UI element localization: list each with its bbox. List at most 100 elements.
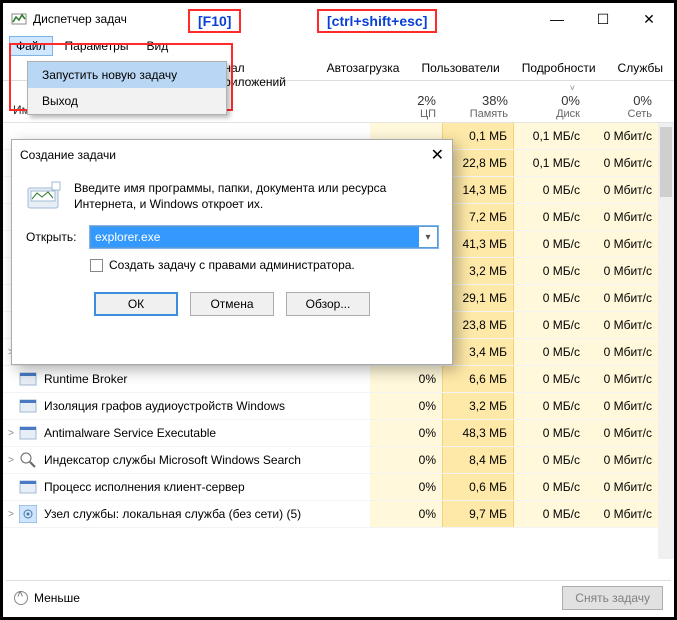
cell-network: 0 Мбит/с (586, 339, 658, 365)
open-input-value[interactable]: explorer.exe (91, 227, 419, 247)
chevron-down-icon[interactable]: ▾ (419, 232, 437, 243)
cell-cpu: 0% (370, 501, 442, 527)
cell-memory: 3,2 МБ (442, 393, 514, 419)
expand-toggle[interactable]: > (3, 509, 19, 520)
cell-disk: 0 МБ/с (514, 501, 586, 527)
cell-disk: 0 МБ/с (514, 177, 586, 203)
table-row[interactable]: Процесс исполнения клиент-сервер 0% 0,6 … (3, 474, 674, 501)
table-row[interactable]: > Узел службы: локальная служба (без сет… (3, 501, 674, 528)
ok-button[interactable]: ОК (94, 292, 178, 316)
table-row[interactable]: > Индексатор службы Microsoft Windows Se… (3, 447, 674, 474)
process-icon (19, 424, 37, 442)
cancel-button[interactable]: Отмена (190, 292, 274, 316)
menu-options[interactable]: Параметры (59, 37, 135, 55)
cell-cpu: 0% (370, 366, 442, 392)
minimize-button[interactable]: — (534, 5, 580, 33)
dialog-close-button[interactable]: ✕ (431, 145, 444, 165)
table-row[interactable]: > Antimalware Service Executable 0% 48,3… (3, 420, 674, 447)
process-icon (19, 451, 37, 469)
dialog-title: Создание задачи (20, 148, 431, 162)
vertical-scrollbar[interactable] (658, 123, 674, 559)
menu-run-new-task[interactable]: Запустить новую задачу (28, 62, 226, 88)
tab-details[interactable]: Подробности (511, 57, 607, 80)
cell-cpu: 0% (370, 420, 442, 446)
process-name: Индексатор службы Microsoft Windows Sear… (42, 453, 370, 467)
cell-memory: 6,6 МБ (442, 366, 514, 392)
cell-network: 0 Мбит/с (586, 447, 658, 473)
process-name: Runtime Broker (42, 372, 370, 386)
cell-network: 0 Мбит/с (586, 231, 658, 257)
cell-network: 0 Мбит/с (586, 177, 658, 203)
cell-network: 0 Мбит/с (586, 420, 658, 446)
cell-disk: 0 МБ/с (514, 204, 586, 230)
cell-network: 0 Мбит/с (586, 150, 658, 176)
tab-services[interactable]: Службы (607, 57, 674, 80)
column-network-header[interactable]: 0%Сеть (586, 81, 658, 122)
table-row[interactable]: Runtime Broker 0% 6,6 МБ 0 МБ/с 0 Мбит/с (3, 366, 674, 393)
cell-disk: 0 МБ/с (514, 339, 586, 365)
menu-file[interactable]: Файл (9, 36, 53, 56)
cell-network: 0 Мбит/с (586, 204, 658, 230)
cell-disk: 0 МБ/с (514, 231, 586, 257)
column-cpu-header[interactable]: 2%ЦП (370, 81, 442, 122)
app-icon (11, 11, 27, 27)
run-dialog-icon (26, 180, 62, 212)
chevron-up-icon (14, 591, 28, 605)
column-memory-header[interactable]: 38%Память (442, 81, 514, 122)
cell-memory: 48,3 МБ (442, 420, 514, 446)
admin-checkbox[interactable] (90, 259, 103, 272)
cell-network: 0 Мбит/с (586, 123, 658, 149)
open-combobox[interactable]: explorer.exe ▾ (90, 226, 438, 248)
cell-disk: 0,1 МБ/с (514, 123, 586, 149)
dialog-titlebar: Создание задачи ✕ (12, 140, 452, 170)
menu-exit[interactable]: Выход (28, 88, 226, 114)
maximize-button[interactable]: ☐ (580, 5, 626, 33)
cell-network: 0 Мбит/с (586, 285, 658, 311)
process-icon (19, 397, 37, 415)
cell-memory: 0,6 МБ (442, 474, 514, 500)
menubar: Файл Параметры Вид (3, 35, 674, 57)
menu-view[interactable]: Вид (140, 37, 174, 55)
run-dialog: Создание задачи ✕ Введите имя программы,… (11, 139, 453, 365)
cell-disk: 0,1 МБ/с (514, 150, 586, 176)
cell-cpu: 0% (370, 474, 442, 500)
cell-network: 0 Мбит/с (586, 312, 658, 338)
fewer-details-button[interactable]: Меньше (14, 591, 80, 605)
process-icon (19, 505, 37, 523)
cell-network: 0 Мбит/с (586, 501, 658, 527)
column-disk-header[interactable]: ˅ 0%Диск (514, 81, 586, 122)
tab-startup[interactable]: Автозагрузка (316, 57, 411, 80)
cell-network: 0 Мбит/с (586, 393, 658, 419)
file-menu-dropdown: Запустить новую задачу Выход (27, 61, 227, 115)
table-row[interactable]: Изоляция графов аудиоустройств Windows 0… (3, 393, 674, 420)
window-title: Диспетчер задач (33, 12, 127, 26)
cell-memory: 8,4 МБ (442, 447, 514, 473)
admin-checkbox-label: Создать задачу с правами администратора. (109, 258, 355, 272)
scrollbar-thumb[interactable] (660, 127, 672, 197)
process-icon (19, 370, 37, 388)
cell-disk: 0 МБ/с (514, 447, 586, 473)
annotation-file-key: [F10] (188, 9, 241, 33)
tab-users[interactable]: Пользователи (410, 57, 510, 80)
cell-network: 0 Мбит/с (586, 366, 658, 392)
cell-disk: 0 МБ/с (514, 312, 586, 338)
process-name: Antimalware Service Executable (42, 426, 370, 440)
cell-memory: 9,7 МБ (442, 501, 514, 527)
cell-network: 0 Мбит/с (586, 258, 658, 284)
close-button[interactable]: ✕ (626, 5, 672, 33)
cell-disk: 0 МБ/с (514, 420, 586, 446)
expand-toggle[interactable]: > (3, 428, 19, 439)
open-label: Открыть: (26, 230, 82, 244)
process-icon (19, 478, 37, 496)
end-task-button[interactable]: Снять задачу (562, 586, 663, 610)
dialog-description: Введите имя программы, папки, документа … (74, 180, 438, 212)
annotation-shortcut: [ctrl+shift+esc] (317, 9, 437, 33)
expand-toggle[interactable]: > (3, 455, 19, 466)
process-name: Узел службы: локальная служба (без сети)… (42, 507, 370, 521)
cell-disk: 0 МБ/с (514, 393, 586, 419)
cell-disk: 0 МБ/с (514, 474, 586, 500)
cell-disk: 0 МБ/с (514, 366, 586, 392)
cell-disk: 0 МБ/с (514, 258, 586, 284)
browse-button[interactable]: Обзор... (286, 292, 370, 316)
cell-disk: 0 МБ/с (514, 285, 586, 311)
